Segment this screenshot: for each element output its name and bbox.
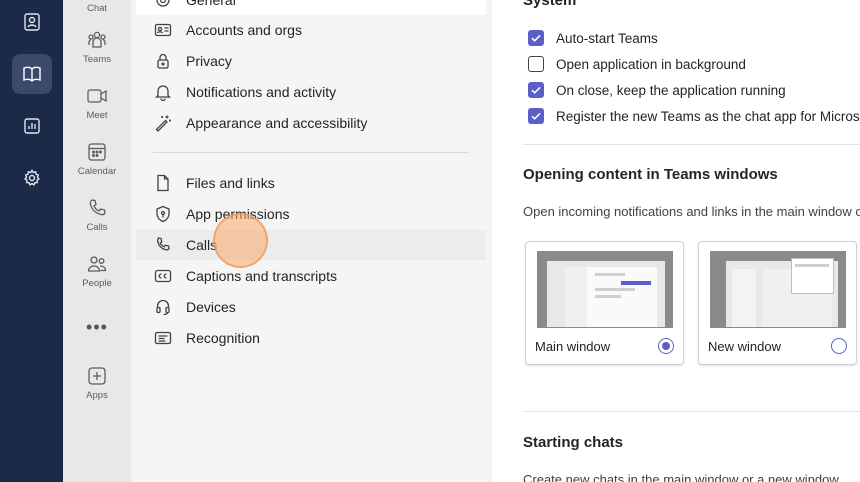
starting-chats-description: Create new chats in the main window or a… — [523, 472, 839, 482]
video-camera-icon — [87, 89, 107, 103]
nav-appearance-label: Appearance and accessibility — [186, 115, 368, 131]
nav-devices[interactable]: Devices — [136, 292, 486, 322]
nav-divider — [153, 152, 469, 153]
checkbox-label: Register the new Teams as the chat app f… — [556, 108, 860, 124]
section-divider — [523, 411, 860, 412]
recognition-icon — [154, 331, 172, 345]
new-window-label: New window — [708, 339, 781, 354]
checkbox-auto-start[interactable]: Auto-start Teams — [528, 30, 658, 46]
nav-notifications[interactable]: Notifications and activity — [136, 77, 486, 107]
nav-privacy-label: Privacy — [186, 53, 232, 69]
nav-captions-label: Captions and transcripts — [186, 268, 337, 284]
app-chat[interactable]: Chat — [63, 0, 131, 14]
headset-icon — [156, 299, 170, 316]
main-window-illustration — [537, 251, 673, 328]
checkbox-checked-icon[interactable] — [528, 108, 544, 124]
gear-icon — [156, 0, 170, 7]
opening-content-heading: Opening content in Teams windows — [523, 166, 778, 183]
app-apps-label: Apps — [86, 390, 108, 401]
nav-general[interactable]: General — [136, 0, 486, 15]
gear-icon[interactable] — [12, 158, 52, 198]
nav-notifications-label: Notifications and activity — [186, 84, 337, 100]
checkbox-label: On close, keep the application running — [556, 82, 786, 98]
checkbox-open-background[interactable]: Open application in background — [528, 56, 746, 72]
app-calls[interactable]: Calls — [63, 197, 131, 233]
phone-icon — [89, 199, 106, 216]
checkbox-keep-running[interactable]: On close, keep the application running — [528, 82, 786, 98]
new-window-radio[interactable] — [831, 338, 847, 354]
main-window-radio[interactable] — [658, 338, 674, 354]
system-heading: System — [523, 0, 577, 9]
nav-captions[interactable]: Captions and transcripts — [136, 261, 486, 291]
more-dots-icon: ••• — [86, 317, 108, 337]
app-people-label: People — [82, 278, 112, 289]
app-meet-label: Meet — [86, 110, 108, 121]
id-card-icon — [154, 23, 172, 37]
contact-card-icon[interactable] — [12, 2, 52, 42]
main-window-option[interactable]: Main window — [525, 241, 684, 365]
more-apps-button[interactable]: ••• — [63, 317, 131, 337]
settings-nav: General Accounts and orgs Privacy Notifi… — [131, 0, 492, 482]
calendar-icon — [88, 143, 106, 161]
phone-icon — [156, 237, 170, 251]
checkbox-label: Open application in background — [556, 56, 746, 72]
app-calendar-label: Calendar — [77, 166, 117, 177]
nav-privacy[interactable]: Privacy — [136, 46, 486, 76]
app-apps[interactable]: Apps — [63, 365, 131, 401]
nav-recognition-label: Recognition — [186, 330, 260, 346]
checkbox-unchecked-icon[interactable] — [528, 56, 544, 72]
settings-main-pane: System Auto-start Teams Open application… — [492, 0, 860, 482]
nav-files[interactable]: Files and links — [136, 168, 486, 198]
teams-icon — [88, 31, 106, 48]
nav-app-permissions[interactable]: App permissions — [136, 199, 486, 229]
book-icon[interactable] — [12, 54, 52, 94]
checkbox-register-chat-app[interactable]: Register the new Teams as the chat app f… — [528, 108, 860, 124]
bell-icon — [154, 85, 172, 101]
shield-icon — [156, 205, 170, 223]
lock-icon — [157, 53, 169, 69]
nav-files-label: Files and links — [186, 175, 275, 191]
checkbox-label: Auto-start Teams — [556, 30, 658, 46]
opening-content-description: Open incoming notifications and links in… — [523, 204, 860, 219]
closed-captions-icon — [154, 269, 172, 283]
people-icon — [87, 256, 107, 272]
section-divider — [523, 144, 860, 145]
nav-recognition[interactable]: Recognition — [136, 323, 486, 353]
app-teams[interactable]: Teams — [63, 29, 131, 65]
app-people[interactable]: People — [63, 253, 131, 289]
nav-accounts-label: Accounts and orgs — [186, 22, 302, 38]
checkbox-checked-icon[interactable] — [528, 30, 544, 46]
new-window-illustration — [710, 251, 846, 328]
app-chat-label: Chat — [86, 3, 108, 14]
app-meet[interactable]: Meet — [63, 85, 131, 121]
checkbox-checked-icon[interactable] — [528, 82, 544, 98]
nav-general-label: General — [186, 0, 236, 8]
new-window-option[interactable]: New window — [698, 241, 857, 365]
nav-accounts[interactable]: Accounts and orgs — [136, 15, 486, 45]
nav-devices-label: Devices — [186, 299, 236, 315]
nav-calls[interactable]: Calls — [136, 230, 486, 260]
starting-chats-heading: Starting chats — [523, 434, 624, 451]
magic-wand-icon — [155, 115, 171, 132]
main-window-label: Main window — [535, 339, 611, 354]
click-highlight — [213, 213, 268, 268]
app-calendar[interactable]: Calendar — [63, 141, 131, 177]
chart-icon[interactable] — [12, 106, 52, 146]
left-rail — [0, 0, 63, 482]
add-app-icon — [88, 367, 106, 385]
app-teams-label: Teams — [83, 54, 111, 65]
nav-appearance[interactable]: Appearance and accessibility — [136, 108, 486, 138]
app-calls-label: Calls — [86, 222, 108, 233]
app-bar: Chat Teams Meet Calendar Calls People ••… — [63, 0, 131, 482]
document-icon — [157, 174, 169, 192]
